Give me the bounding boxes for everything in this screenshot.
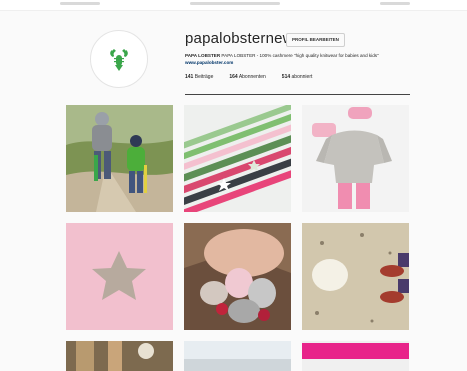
- edit-profile-button[interactable]: PROFIL BEARBEITEN: [286, 33, 345, 47]
- header-divider: [185, 94, 410, 95]
- post-image: [184, 223, 291, 330]
- post-tile-beach-feet[interactable]: [302, 223, 409, 330]
- post-image: [66, 105, 173, 212]
- bio-name: PAPA LOBSTER: [185, 53, 221, 58]
- post-image: [302, 105, 409, 212]
- bio-website-link[interactable]: www.papalobster.com: [185, 60, 233, 65]
- following-label: abonniert: [290, 74, 313, 80]
- profile-bio: PAPA LOBSTER PAPA LOBSTER - 100% cashmer…: [185, 52, 405, 66]
- profile-avatar[interactable]: [90, 30, 148, 88]
- bio-text: PAPA LOBSTER - 100% cashmere "high quali…: [220, 53, 379, 58]
- following-stat[interactable]: 514 abonniert: [282, 74, 313, 80]
- lobster-icon: [110, 49, 128, 71]
- post-image: [66, 223, 173, 330]
- post-image: [184, 105, 291, 212]
- nav-search-placeholder[interactable]: [190, 2, 280, 5]
- post-tile-kids-beach[interactable]: [66, 105, 173, 212]
- post-tile-star-ribbons[interactable]: [184, 105, 291, 212]
- post-tile-pink-star[interactable]: [66, 223, 173, 330]
- followers-label: Abonnenten: [237, 74, 266, 80]
- profile-stats: 141 Beiträge 164 Abonnenten 514 abonnier…: [185, 74, 312, 80]
- nav-logo-placeholder[interactable]: [60, 2, 100, 5]
- post-image: [302, 223, 409, 330]
- followers-count: 164: [229, 74, 238, 80]
- followers-stat[interactable]: 164 Abonnenten: [229, 74, 265, 80]
- following-count: 514: [281, 74, 291, 80]
- top-navigation-bar: [0, 0, 467, 11]
- profile-username: papalobsternews: [185, 30, 302, 47]
- posts-stat: 141 Beiträge: [185, 74, 213, 80]
- post-tile-plush-toys[interactable]: [184, 223, 291, 330]
- post-tile-sweater-flatlay[interactable]: [302, 105, 409, 212]
- nav-icons-placeholder[interactable]: [380, 2, 410, 5]
- posts-label: Beiträge: [193, 74, 214, 80]
